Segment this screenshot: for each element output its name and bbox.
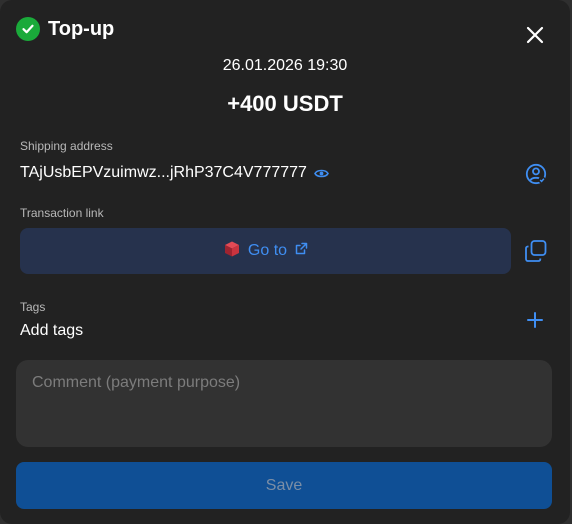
- shipping-address-value: TAjUsbEPVzuimwz...jRhP37C4V777777: [20, 164, 307, 181]
- close-icon: [526, 26, 544, 44]
- external-link-icon: [295, 242, 308, 260]
- comment-input[interactable]: [16, 360, 552, 447]
- shipping-address-row: TAjUsbEPVzuimwz...jRhP37C4V777777: [20, 164, 329, 182]
- plus-icon[interactable]: [526, 311, 544, 329]
- user-check-icon[interactable]: [525, 163, 547, 185]
- save-button[interactable]: Save: [16, 462, 552, 509]
- transaction-amount: +400 USDT: [227, 91, 343, 116]
- go-to-label: Go to: [247, 242, 288, 259]
- transaction-link-label: Transaction link: [20, 206, 104, 220]
- copy-icon[interactable]: [524, 239, 548, 263]
- topup-modal: Top-up 26.01.2026 19:30 +400 USDT Shippi…: [0, 0, 570, 524]
- modal-header: Top-up: [16, 17, 114, 41]
- eye-icon[interactable]: [314, 168, 329, 179]
- go-to-button[interactable]: Go to: [20, 228, 511, 274]
- close-button[interactable]: [522, 22, 548, 48]
- check-circle-icon: [16, 17, 40, 41]
- cube-icon: [223, 240, 241, 263]
- tags-label: Tags: [20, 300, 46, 314]
- transaction-datetime: 26.01.2026 19:30: [222, 57, 348, 74]
- add-tags-text[interactable]: Add tags: [20, 322, 83, 340]
- modal-title: Top-up: [48, 17, 115, 40]
- shipping-address-label: Shipping address: [20, 139, 113, 153]
